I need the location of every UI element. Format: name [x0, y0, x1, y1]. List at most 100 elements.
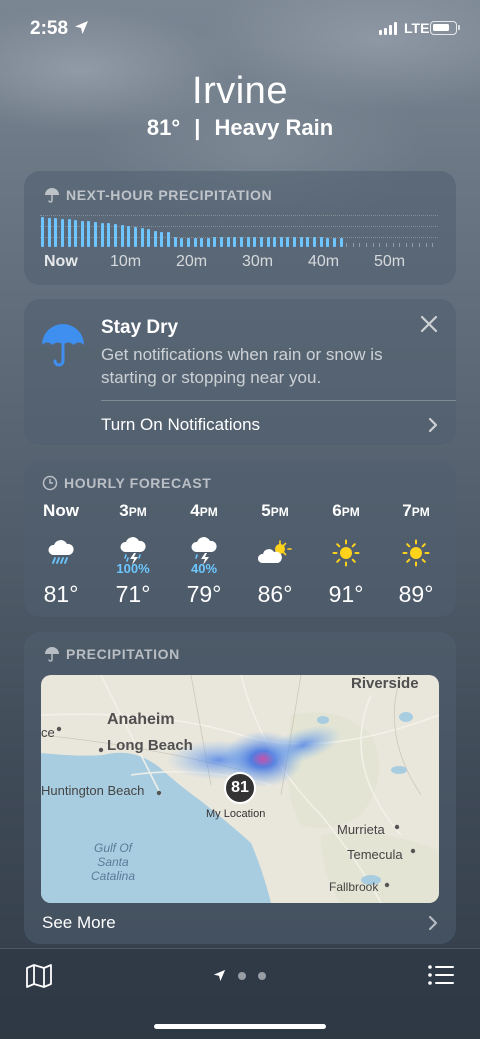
hour-suffix: PM — [341, 505, 360, 519]
precipitation-bar — [306, 237, 310, 247]
precipitation-bar — [74, 220, 78, 247]
precipitation-time-axis: Now 10m 20m 30m 40m 50m — [24, 253, 456, 273]
sun-icon — [402, 539, 430, 567]
precipitation-bar — [312, 237, 316, 247]
precipitation-bar — [233, 237, 237, 247]
precipitation-bar — [54, 218, 58, 247]
precipitation-bar — [133, 227, 137, 247]
city-name: Irvine — [192, 70, 288, 112]
precipitation-bar — [100, 222, 104, 247]
status-time: 2:58 — [30, 18, 69, 39]
hour-time: 7 — [402, 501, 412, 520]
current-temperature: 81° — [146, 115, 181, 140]
hourly-item: 7PM 89° — [386, 501, 446, 608]
hourly-card-title: HOURLY FORECAST — [64, 475, 212, 491]
precipitation-bar — [206, 237, 210, 247]
map-label-gulf: Gulf Of Santa Catalina — [90, 841, 136, 883]
next-hour-precipitation-card[interactable]: NEXT-HOUR PRECIPITATION Now 10m 20m 30m … — [24, 171, 456, 285]
map-label-temecula: Temecula — [347, 847, 403, 862]
notification-title: Stay Dry — [101, 317, 179, 338]
axis-label-40m: 40m — [308, 253, 340, 270]
precipitation-bar — [60, 218, 64, 247]
hour-precip-chance: 40% — [190, 561, 218, 576]
location-arrow-icon — [75, 21, 88, 34]
hourly-forecast-card[interactable]: HOURLY FORECAST Now 81° 3PM 100% 71° 4PM — [24, 461, 456, 617]
status-bar: 2:58 LTE — [0, 0, 480, 56]
map-icon[interactable] — [25, 963, 53, 989]
hour-precip-chance: 100% — [116, 561, 150, 576]
conditions-separator: | — [194, 115, 201, 140]
hourly-item: 6PM 91° — [316, 501, 376, 608]
precipitation-bar — [41, 216, 44, 247]
precipitation-bar — [67, 219, 71, 247]
precipitation-bar — [213, 237, 217, 247]
precipitation-bar — [80, 220, 84, 247]
page-dot[interactable] — [238, 971, 246, 980]
page-indicator[interactable] — [213, 969, 266, 982]
umbrella-icon — [45, 647, 59, 662]
turn-on-notifications-link[interactable]: Turn On Notifications — [101, 415, 260, 435]
map-label-cut-off: ce — [41, 725, 55, 740]
axis-label-30m: 30m — [242, 253, 274, 270]
precipitation-bar — [47, 217, 51, 247]
axis-label-20m: 20m — [176, 253, 208, 270]
map-label-murrieta: Murrieta — [337, 822, 385, 837]
precipitation-bar — [180, 238, 184, 247]
hourly-item: 3PM 100% 71° — [103, 501, 163, 608]
precipitation-bar — [186, 238, 190, 247]
chevron-right-icon[interactable] — [428, 915, 438, 931]
map-label-huntington-beach: Huntington Beach — [41, 783, 145, 798]
precipitation-empty-tick — [399, 243, 401, 247]
precipitation-bar — [113, 223, 117, 247]
hourly-item: Now 81° — [31, 501, 91, 608]
precipitation-bar — [107, 223, 111, 247]
precipitation-bar — [140, 228, 144, 247]
precipitation-bar — [160, 231, 164, 247]
hour-temperature: 91° — [328, 581, 364, 607]
map-label-riverside: Riverside — [351, 675, 419, 692]
my-location-temperature: 81 — [231, 779, 249, 796]
precipitation-empty-tick — [432, 243, 434, 247]
precipitation-empty-tick — [425, 243, 427, 247]
weather-header: Irvine 81° | Heavy Rain — [0, 70, 480, 141]
home-indicator[interactable] — [154, 1024, 326, 1029]
hour-temperature: 86° — [257, 581, 293, 607]
precipitation-map[interactable]: Riverside Anaheim Long Beach Huntington … — [41, 675, 439, 903]
page-dot[interactable] — [258, 971, 266, 980]
map-label-anaheim: Anaheim — [107, 711, 175, 728]
precipitation-bar — [153, 231, 157, 247]
bottom-toolbar — [0, 948, 480, 1039]
precipitation-card-title: NEXT-HOUR PRECIPITATION — [66, 187, 273, 203]
axis-label-50m: 50m — [374, 253, 406, 270]
chevron-right-icon[interactable] — [428, 417, 438, 433]
precipitation-bar — [273, 237, 277, 247]
hour-time: Now — [43, 501, 79, 520]
precipitation-empty-tick — [385, 243, 387, 247]
precipitation-bar — [94, 222, 98, 247]
precipitation-bar — [226, 237, 230, 247]
close-icon[interactable] — [420, 315, 438, 333]
chart-gridline — [40, 237, 438, 238]
map-label-fallbrook: Fallbrook — [329, 880, 379, 894]
precipitation-bar — [173, 237, 177, 247]
precipitation-bar — [319, 237, 323, 247]
sun-icon — [332, 539, 360, 567]
battery-icon — [430, 21, 460, 35]
see-more-link[interactable]: See More — [42, 913, 116, 933]
precipitation-bar — [266, 237, 270, 247]
precipitation-bar — [167, 232, 171, 247]
precipitation-map-card[interactable]: PRECIPITATION Riverside Anaheim Long Bea… — [24, 632, 456, 944]
hour-time: 3 — [119, 501, 129, 520]
current-conditions: 81° | Heavy Rain — [0, 115, 480, 141]
precipitation-empty-tick — [419, 243, 421, 247]
precipitation-bar — [286, 237, 290, 247]
precipitation-empty-tick — [352, 243, 354, 247]
list-icon[interactable] — [428, 965, 454, 985]
precipitation-bar — [259, 237, 263, 247]
notification-body: Get notifications when rain or snow is s… — [101, 345, 383, 387]
precipitation-card-header: NEXT-HOUR PRECIPITATION — [44, 187, 272, 203]
signal-icon — [379, 22, 397, 35]
precipitation-empty-tick — [366, 243, 368, 247]
my-location-label: My Location — [206, 808, 266, 820]
map-card-title: PRECIPITATION — [66, 646, 180, 662]
